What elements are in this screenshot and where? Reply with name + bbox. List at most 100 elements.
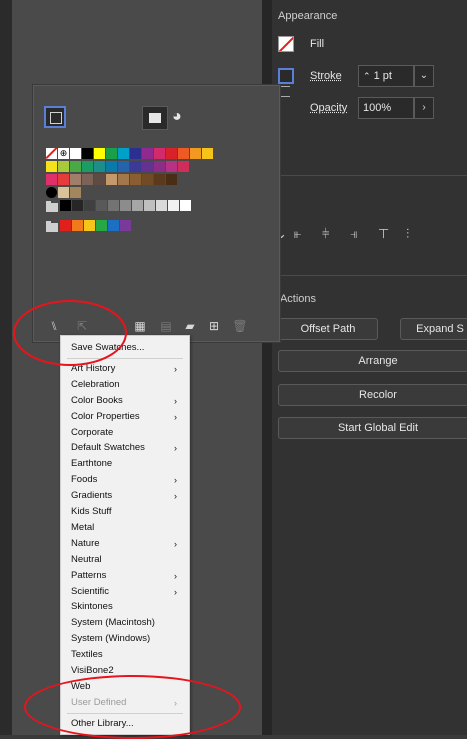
menu-item[interactable]: Neutral bbox=[71, 552, 183, 568]
color-swatch[interactable] bbox=[84, 220, 95, 231]
color-swatch[interactable] bbox=[120, 200, 131, 211]
stroke-weight-dropdown[interactable]: ⌄ bbox=[414, 65, 434, 87]
stepper-icon[interactable]: ⌃ bbox=[363, 71, 371, 81]
color-swatch[interactable] bbox=[82, 174, 93, 185]
color-swatch[interactable] bbox=[132, 200, 143, 211]
menu-item[interactable]: System (Macintosh) bbox=[71, 615, 183, 631]
color-swatch[interactable] bbox=[58, 187, 69, 198]
color-swatch[interactable] bbox=[166, 148, 177, 159]
white-swatch[interactable] bbox=[70, 148, 81, 159]
color-swatch[interactable] bbox=[142, 148, 153, 159]
color-swatch[interactable] bbox=[178, 161, 189, 172]
color-swatch[interactable] bbox=[96, 200, 107, 211]
start-global-edit-button[interactable]: Start Global Edit bbox=[278, 417, 467, 439]
color-swatch[interactable] bbox=[154, 174, 165, 185]
color-swatch[interactable] bbox=[118, 148, 129, 159]
color-swatch[interactable] bbox=[190, 148, 201, 159]
registration-swatch[interactable]: ⊕ bbox=[58, 148, 69, 159]
color-swatch[interactable] bbox=[94, 161, 105, 172]
color-swatch[interactable] bbox=[106, 148, 117, 159]
color-swatch[interactable] bbox=[166, 161, 177, 172]
color-swatch[interactable] bbox=[130, 148, 141, 159]
fill-stroke-icon[interactable] bbox=[44, 106, 66, 128]
menu-item[interactable]: Default Swatches › bbox=[71, 440, 183, 456]
menu-item[interactable]: System (Windows) bbox=[71, 631, 183, 647]
color-swatch[interactable] bbox=[118, 161, 129, 172]
fill-swatch[interactable] bbox=[278, 36, 294, 52]
color-swatch[interactable] bbox=[58, 174, 69, 185]
menu-item[interactable]: Color Books › bbox=[71, 393, 183, 409]
color-swatch[interactable] bbox=[120, 220, 131, 231]
color-swatch[interactable] bbox=[118, 174, 129, 185]
menu-item[interactable]: Skintones bbox=[71, 599, 183, 615]
color-swatch[interactable] bbox=[70, 161, 81, 172]
align-center-icon[interactable]: ⫩ bbox=[322, 226, 329, 242]
color-swatch[interactable] bbox=[94, 174, 105, 185]
opacity-field[interactable]: 100% bbox=[358, 97, 414, 119]
color-swatch[interactable] bbox=[84, 200, 95, 211]
new-swatch-icon[interactable]: ⊞ bbox=[206, 318, 222, 334]
color-swatch[interactable] bbox=[82, 161, 93, 172]
opacity-popup-button[interactable]: › bbox=[414, 97, 434, 119]
expand-button[interactable]: Expand S bbox=[400, 318, 467, 340]
color-swatch[interactable] bbox=[46, 161, 57, 172]
color-swatch[interactable] bbox=[156, 200, 167, 211]
color-swatch[interactable] bbox=[142, 161, 153, 172]
color-swatch[interactable] bbox=[60, 220, 71, 231]
show-swatch-kinds-icon[interactable]: ▦ bbox=[132, 318, 148, 334]
color-swatch[interactable] bbox=[72, 200, 83, 211]
recolor-button[interactable]: Recolor bbox=[278, 384, 467, 406]
color-swatch[interactable] bbox=[70, 187, 81, 198]
color-swatch[interactable] bbox=[46, 174, 57, 185]
color-swatch[interactable] bbox=[108, 200, 119, 211]
color-swatch[interactable] bbox=[144, 200, 155, 211]
color-swatch[interactable] bbox=[130, 161, 141, 172]
align-middle-icon[interactable]: ⫶ bbox=[406, 226, 409, 242]
list-view-button[interactable] bbox=[142, 106, 168, 130]
color-swatch[interactable] bbox=[168, 200, 179, 211]
color-swatch[interactable] bbox=[60, 200, 71, 211]
color-swatch[interactable] bbox=[178, 148, 189, 159]
new-color-group-icon[interactable]: ▰ bbox=[182, 318, 198, 334]
none-swatch[interactable] bbox=[46, 148, 57, 159]
color-swatch[interactable] bbox=[180, 200, 191, 211]
align-left-icon[interactable]: ⫦ bbox=[294, 226, 301, 242]
color-swatch[interactable] bbox=[72, 220, 83, 231]
color-swatch[interactable] bbox=[106, 161, 117, 172]
menu-item[interactable]: Textiles bbox=[71, 647, 183, 663]
color-swatch[interactable] bbox=[106, 174, 117, 185]
menu-item[interactable]: Patterns › bbox=[71, 568, 183, 584]
color-swatch[interactable] bbox=[58, 161, 69, 172]
color-group-button[interactable]: ◕ bbox=[170, 106, 196, 130]
menu-item[interactable]: Foods › bbox=[71, 472, 183, 488]
color-swatch[interactable] bbox=[154, 161, 165, 172]
color-swatch[interactable] bbox=[154, 148, 165, 159]
menu-item[interactable]: Corporate bbox=[71, 425, 183, 441]
menu-item[interactable]: Nature › bbox=[71, 536, 183, 552]
align-right-icon[interactable]: ⫣ bbox=[350, 226, 358, 242]
delete-swatch-icon[interactable]: 🗑 bbox=[232, 318, 248, 334]
pattern-swatch[interactable] bbox=[46, 187, 57, 198]
folder-icon[interactable] bbox=[46, 201, 58, 212]
color-swatch[interactable] bbox=[166, 174, 177, 185]
swatch-options-icon[interactable]: ▤ bbox=[158, 318, 174, 334]
stroke-label[interactable]: Stroke bbox=[310, 70, 342, 82]
menu-item[interactable]: Earthtone bbox=[71, 456, 183, 472]
menu-item[interactable]: Metal bbox=[71, 520, 183, 536]
arrange-button[interactable]: Arrange bbox=[278, 350, 467, 372]
menu-item[interactable]: Color Properties › bbox=[71, 409, 183, 425]
color-swatch[interactable] bbox=[82, 148, 93, 159]
color-swatch[interactable] bbox=[96, 220, 107, 231]
folder-icon[interactable] bbox=[46, 221, 58, 232]
color-swatch[interactable] bbox=[202, 148, 213, 159]
menu-item[interactable]: Scientific › bbox=[71, 584, 183, 600]
offset-path-button[interactable]: Offset Path bbox=[278, 318, 378, 340]
color-swatch[interactable] bbox=[70, 174, 81, 185]
color-swatch[interactable] bbox=[142, 174, 153, 185]
color-swatch[interactable] bbox=[94, 148, 105, 159]
menu-item[interactable]: Gradients › bbox=[71, 488, 183, 504]
menu-item[interactable]: Celebration bbox=[71, 377, 183, 393]
menu-item[interactable]: Kids Stuff bbox=[71, 504, 183, 520]
color-swatch[interactable] bbox=[108, 220, 119, 231]
opacity-label[interactable]: Opacity bbox=[310, 102, 347, 114]
